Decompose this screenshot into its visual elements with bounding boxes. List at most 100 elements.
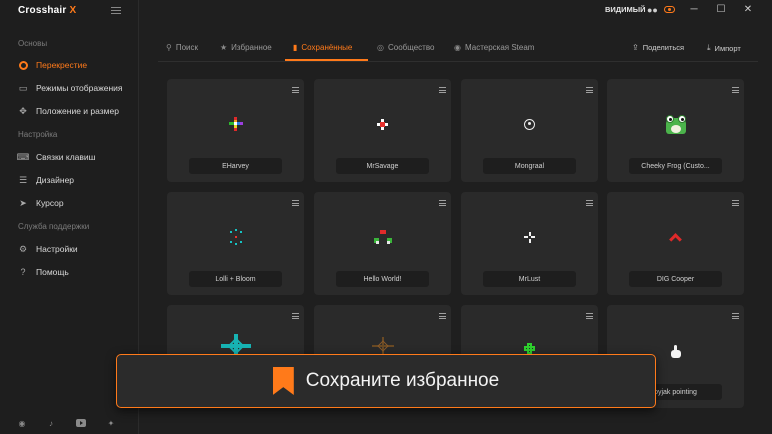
crosshair-preview (607, 222, 744, 252)
card-menu-icon[interactable] (439, 200, 446, 206)
tab-saved[interactable]: ▮ Сохранённые (293, 41, 352, 53)
visibility-eye-icon[interactable] (664, 6, 675, 13)
crosshair-card[interactable]: DIG Cooper (607, 192, 744, 295)
import-icon: ⤓ (707, 43, 711, 53)
sliders-icon: ☰ (18, 175, 28, 185)
bookmark-icon (273, 367, 294, 395)
crosshair-preview (607, 109, 744, 139)
youtube-icon[interactable] (74, 417, 88, 429)
section-title-support: Служба поддержки (18, 222, 89, 231)
card-menu-icon[interactable] (439, 87, 446, 93)
sidebar-item-label: Связки клавиш (36, 152, 95, 162)
share-icon: ⇪ (632, 43, 639, 52)
share-button[interactable]: ⇪ Поделиться (632, 43, 684, 52)
tab-divider (158, 61, 758, 62)
tab-label: Сохранённые (301, 43, 352, 52)
tab-search[interactable]: ⚲ Поиск (166, 41, 198, 53)
app-name: Crosshair (18, 5, 67, 16)
move-icon: ✥ (18, 106, 28, 116)
sidebar-item-label: Дизайнер (36, 175, 74, 185)
card-menu-icon[interactable] (292, 313, 299, 319)
crosshair-card[interactable]: Mongraal (461, 79, 598, 182)
sidebar-item-label: Помощь (36, 267, 69, 277)
card-menu-icon[interactable] (586, 87, 593, 93)
search-icon: ⚲ (166, 43, 172, 52)
sidebar-item-position-size[interactable]: ✥ Положение и размер (18, 104, 119, 118)
crosshair-name: EHarvey (189, 158, 282, 174)
sidebar-item-label: Настройки (36, 244, 78, 254)
crosshair-preview (167, 222, 304, 252)
display-icon: ▭ (18, 83, 28, 93)
share-label: Поделиться (643, 43, 684, 52)
gamepad-icon[interactable]: ●● (647, 4, 658, 16)
cursor-icon: ➤ (18, 198, 28, 208)
crosshair-preview (167, 109, 304, 139)
card-menu-icon[interactable] (732, 87, 739, 93)
discord-icon[interactable]: ◉ (15, 417, 29, 429)
card-menu-icon[interactable] (732, 313, 739, 319)
sidebar-item-settings[interactable]: ⚙ Настройки (18, 242, 78, 256)
crosshair-preview (314, 222, 451, 252)
twitter-icon[interactable]: ✦ (104, 417, 118, 429)
crosshair-card[interactable]: Hello World! (314, 192, 451, 295)
minimize-button[interactable]: ─ (684, 2, 704, 16)
app-name-suffix: X (69, 5, 76, 16)
sidebar-item-label: Перекрестие (36, 60, 87, 70)
collapse-sidebar-icon[interactable] (111, 7, 121, 14)
card-menu-icon[interactable] (586, 313, 593, 319)
sidebar-item-designer[interactable]: ☰ Дизайнер (18, 173, 74, 187)
save-favorites-toast[interactable]: Сохраните избранное (116, 354, 656, 408)
card-menu-icon[interactable] (292, 87, 299, 93)
tab-community[interactable]: ◎ Сообщество (377, 41, 434, 53)
globe-icon: ◎ (377, 43, 384, 52)
crosshair-name: Lolli + Bloom (189, 271, 282, 287)
toast-message: Сохраните избранное (306, 370, 499, 392)
crosshair-card[interactable]: Cheeky Frog (Custo... (607, 79, 744, 182)
tab-favorites[interactable]: ★ Избранное (220, 41, 272, 53)
card-menu-icon[interactable] (439, 313, 446, 319)
close-button[interactable]: ✕ (738, 2, 758, 16)
star-icon: ★ (220, 43, 227, 52)
maximize-button[interactable]: ☐ (711, 2, 731, 16)
steam-icon: ◉ (454, 43, 461, 52)
sidebar-item-label: Курсор (36, 198, 64, 208)
tab-label: Поиск (176, 43, 198, 52)
crosshair-card[interactable]: Lolli + Bloom (167, 192, 304, 295)
card-menu-icon[interactable] (586, 200, 593, 206)
import-label: Импорт (715, 44, 741, 53)
import-button[interactable]: ⤓ Импорт (707, 43, 741, 53)
visibility-label: ВИДИМЫЙ (605, 5, 646, 14)
crosshair-name: Hello World! (336, 271, 429, 287)
crosshair-preview (461, 222, 598, 252)
tab-label: Сообщество (388, 43, 434, 52)
bookmark-icon: ▮ (293, 43, 297, 52)
crosshair-card[interactable]: MrLust (461, 192, 598, 295)
crosshair-ring-icon (18, 60, 28, 70)
card-menu-icon[interactable] (292, 200, 299, 206)
sidebar-item-help[interactable]: ? Помощь (18, 265, 69, 279)
sidebar-item-label: Положение и размер (36, 106, 119, 116)
sidebar-item-cursor[interactable]: ➤ Курсор (18, 196, 64, 210)
crosshair-name: DIG Cooper (629, 271, 722, 287)
crosshair-card[interactable]: EHarvey (167, 79, 304, 182)
crosshair-name: Mongraal (483, 158, 576, 174)
crosshair-card[interactable]: MrSavage (314, 79, 451, 182)
crosshair-preview (314, 109, 451, 139)
gear-icon: ⚙ (18, 244, 28, 254)
section-title-setup: Настройка (18, 130, 57, 139)
tab-steam-workshop[interactable]: ◉ Мастерская Steam (454, 41, 534, 53)
tiktok-icon[interactable]: ♪ (44, 417, 58, 429)
crosshair-name: MrLust (483, 271, 576, 287)
tab-bar: ⚲ Поиск ★ Избранное ▮ Сохранённые ◎ Сооб… (158, 37, 772, 61)
help-icon: ? (18, 267, 28, 277)
tab-label: Избранное (231, 43, 272, 52)
sidebar-item-crosshair[interactable]: Перекрестие (18, 58, 87, 72)
section-title-basics: Основы (18, 39, 47, 48)
app-logo: Crosshair X (18, 5, 76, 16)
card-menu-icon[interactable] (732, 200, 739, 206)
crosshair-name: Cheeky Frog (Custo... (629, 158, 722, 174)
keyboard-icon: ⌨ (18, 152, 28, 162)
crosshair-preview (461, 109, 598, 139)
sidebar-item-display-modes[interactable]: ▭ Режимы отображения (18, 81, 123, 95)
sidebar-item-keybinds[interactable]: ⌨ Связки клавиш (18, 150, 95, 164)
